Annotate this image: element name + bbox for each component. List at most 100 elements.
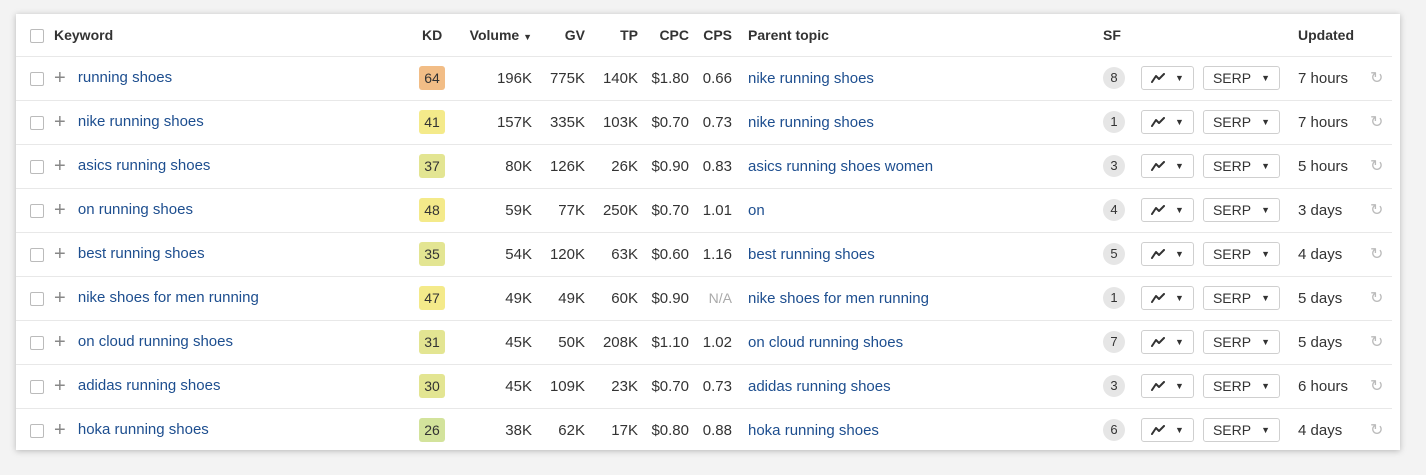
trend-dropdown-button[interactable]: ▼ — [1141, 110, 1194, 134]
trend-dropdown-button[interactable]: ▼ — [1141, 374, 1194, 398]
parent-topic-link[interactable]: asics running shoes women — [748, 158, 933, 175]
serp-button-label: SERP — [1212, 114, 1252, 130]
keyword-link[interactable]: nike shoes for men running — [78, 289, 259, 306]
trend-dropdown-button[interactable]: ▼ — [1141, 330, 1194, 354]
col-tp[interactable]: TP — [585, 14, 638, 56]
select-all-checkbox[interactable] — [30, 28, 44, 43]
row-checkbox[interactable] — [30, 115, 44, 130]
trend-dropdown-button[interactable]: ▼ — [1141, 66, 1194, 90]
table-row: + nike shoes for men running 47 49K 49K … — [16, 276, 1392, 320]
row-checkbox[interactable] — [30, 291, 44, 306]
sf-count-badge[interactable]: 7 — [1103, 331, 1125, 353]
trend-dropdown-button[interactable]: ▼ — [1141, 242, 1194, 266]
row-checkbox[interactable] — [30, 423, 44, 438]
refresh-icon[interactable]: ↻ — [1370, 246, 1383, 263]
keyword-link[interactable]: asics running shoes — [78, 157, 211, 174]
row-checkbox[interactable] — [30, 335, 44, 350]
serp-button-label: SERP — [1212, 422, 1252, 439]
sf-count-badge[interactable]: 8 — [1103, 67, 1125, 89]
col-keyword[interactable]: Keyword — [54, 14, 419, 56]
kd-badge: 37 — [419, 154, 445, 178]
sf-count-badge[interactable]: 6 — [1103, 419, 1125, 442]
serp-dropdown-button[interactable]: SERP ▼ — [1203, 198, 1280, 222]
chevron-down-icon: ▼ — [1261, 205, 1271, 215]
serp-dropdown-button[interactable]: SERP ▼ — [1203, 330, 1280, 354]
keyword-link[interactable]: on cloud running shoes — [78, 333, 233, 350]
keyword-link[interactable]: nike running shoes — [78, 113, 204, 130]
col-kd[interactable]: KD — [419, 14, 464, 56]
add-to-list-icon[interactable]: + — [54, 200, 66, 220]
refresh-icon[interactable]: ↻ — [1370, 158, 1383, 175]
refresh-icon[interactable]: ↻ — [1370, 114, 1383, 131]
tp-value: 250K — [602, 201, 638, 219]
sf-count-badge[interactable]: 3 — [1103, 375, 1125, 397]
add-to-list-icon[interactable]: + — [54, 112, 66, 132]
col-sf[interactable]: SF — [1103, 14, 1141, 56]
parent-topic-link[interactable]: hoka running shoes — [748, 422, 879, 439]
refresh-icon[interactable]: ↻ — [1370, 378, 1383, 395]
parent-topic-link[interactable]: on cloud running shoes — [748, 334, 903, 351]
tp-value: 63K — [611, 245, 638, 263]
sf-count-badge[interactable]: 4 — [1103, 199, 1125, 221]
add-to-list-icon[interactable]: + — [54, 68, 66, 88]
col-cps[interactable]: CPS — [689, 14, 732, 56]
keyword-link[interactable]: on running shoes — [78, 201, 193, 218]
add-to-list-icon[interactable]: + — [54, 420, 66, 440]
col-gv[interactable]: GV — [532, 14, 585, 56]
chevron-down-icon: ▼ — [1261, 161, 1271, 171]
keyword-link[interactable]: running shoes — [78, 69, 172, 86]
col-updated[interactable]: Updated — [1298, 14, 1370, 56]
add-to-list-icon[interactable]: + — [54, 332, 66, 352]
table-row: + hoka running shoes 26 38K 62K 17K $0.8… — [16, 408, 1392, 452]
sf-count-badge[interactable]: 1 — [1103, 287, 1125, 309]
parent-topic-link[interactable]: nike running shoes — [748, 114, 874, 131]
trend-dropdown-button[interactable]: ▼ — [1141, 286, 1194, 310]
refresh-icon[interactable]: ↻ — [1370, 202, 1383, 219]
trend-dropdown-button[interactable]: ▼ — [1141, 418, 1194, 443]
trend-dropdown-button[interactable]: ▼ — [1141, 198, 1194, 222]
serp-dropdown-button[interactable]: SERP ▼ — [1203, 154, 1280, 178]
sf-count-badge[interactable]: 5 — [1103, 243, 1125, 265]
col-volume[interactable]: Volume ▼ — [464, 14, 532, 56]
sf-count-badge[interactable]: 3 — [1103, 155, 1125, 177]
parent-topic-link[interactable]: on — [748, 202, 765, 219]
cpc-value: $0.90 — [651, 157, 689, 175]
refresh-icon[interactable]: ↻ — [1370, 290, 1383, 307]
parent-topic-link[interactable]: nike running shoes — [748, 70, 874, 87]
refresh-icon[interactable]: ↻ — [1370, 70, 1383, 87]
serp-dropdown-button[interactable]: SERP ▼ — [1203, 242, 1280, 266]
tp-value: 23K — [611, 377, 638, 395]
parent-topic-link[interactable]: adidas running shoes — [748, 378, 891, 395]
volume-value: 45K — [505, 377, 532, 395]
parent-topic-link[interactable]: nike shoes for men running — [748, 290, 929, 307]
serp-dropdown-button[interactable]: SERP ▼ — [1203, 286, 1280, 310]
volume-value: 38K — [505, 421, 532, 439]
keyword-link[interactable]: hoka running shoes — [78, 421, 209, 438]
trend-chart-icon — [1151, 249, 1166, 259]
parent-topic-link[interactable]: best running shoes — [748, 246, 875, 263]
trend-dropdown-button[interactable]: ▼ — [1141, 154, 1194, 178]
serp-dropdown-button[interactable]: SERP ▼ — [1203, 66, 1280, 90]
row-checkbox[interactable] — [30, 379, 44, 394]
keyword-link[interactable]: adidas running shoes — [78, 377, 221, 394]
gv-value: 126K — [549, 157, 585, 175]
serp-dropdown-button[interactable]: SERP ▼ — [1203, 418, 1280, 443]
row-checkbox[interactable] — [30, 203, 44, 218]
add-to-list-icon[interactable]: + — [54, 376, 66, 396]
refresh-icon[interactable]: ↻ — [1370, 422, 1383, 439]
serp-dropdown-button[interactable]: SERP ▼ — [1203, 374, 1280, 398]
add-to-list-icon[interactable]: + — [54, 156, 66, 176]
sf-count-badge[interactable]: 1 — [1103, 111, 1125, 133]
row-checkbox[interactable] — [30, 159, 44, 174]
row-checkbox[interactable] — [30, 247, 44, 262]
row-checkbox[interactable] — [30, 71, 44, 86]
chevron-down-icon: ▼ — [1261, 73, 1271, 83]
refresh-icon[interactable]: ↻ — [1370, 334, 1383, 351]
col-cpc[interactable]: CPC — [638, 14, 689, 56]
col-parent-topic[interactable]: Parent topic — [748, 14, 1103, 56]
trend-chart-icon — [1151, 293, 1166, 303]
add-to-list-icon[interactable]: + — [54, 288, 66, 308]
serp-dropdown-button[interactable]: SERP ▼ — [1203, 110, 1280, 134]
add-to-list-icon[interactable]: + — [54, 244, 66, 264]
keyword-link[interactable]: best running shoes — [78, 245, 205, 262]
